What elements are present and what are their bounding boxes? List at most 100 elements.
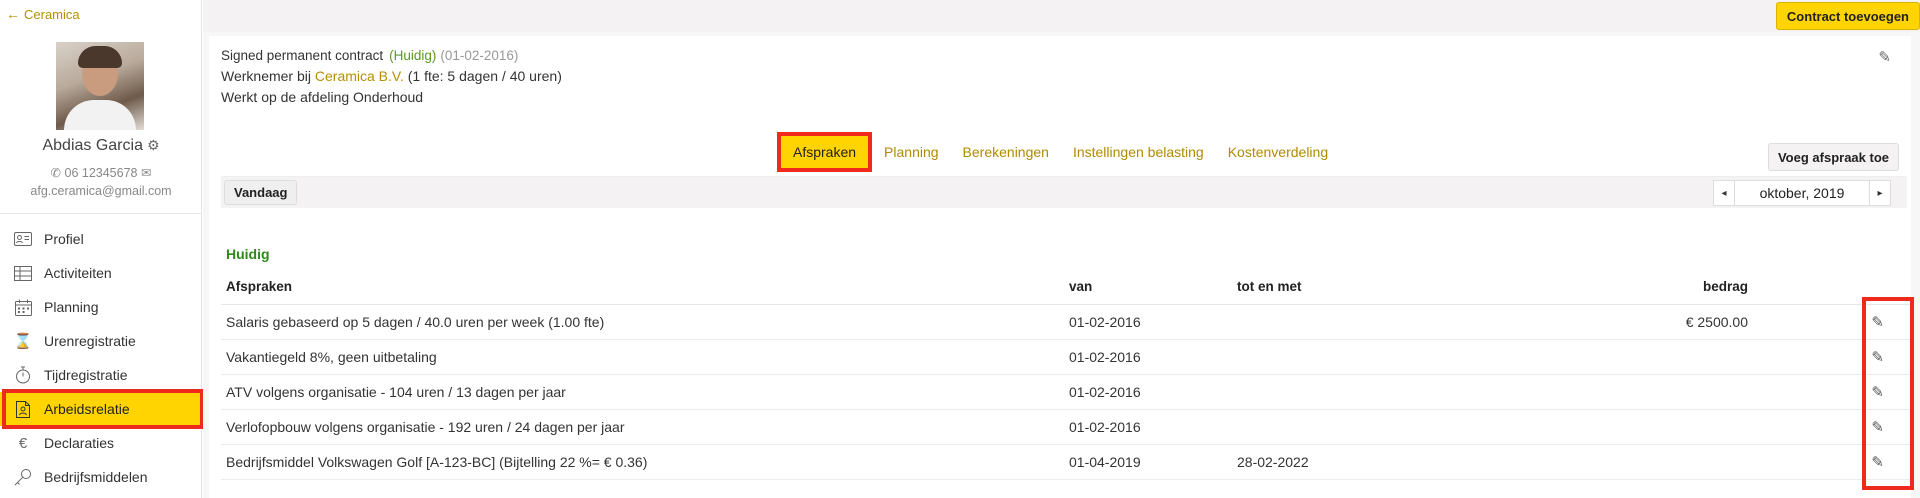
sidebar-item-label: Profiel: [44, 231, 84, 247]
table-row: Vakantiegeld 8%, geen uitbetaling 01-02-…: [221, 339, 1911, 375]
user-phone-text: 06 12345678: [64, 166, 138, 180]
contract-panel: Signed permanent contract (Huidig) (01-02-…: [209, 36, 1911, 498]
cell-from: 01-02-2016: [1064, 339, 1232, 375]
month-navigator: ◂ oktober, 2019 ▸: [1713, 180, 1891, 206]
cell-description: Bedrijfsmiddel Volkswagen Golf [A-123-BC…: [221, 444, 1064, 480]
agreements-table: Afspraken van tot en met bedrag Salaris …: [221, 270, 1911, 480]
cell-amount: [1532, 374, 1753, 410]
add-agreement-button[interactable]: Voeg afspraak toe: [1767, 143, 1899, 171]
sidebar-item-label: Planning: [44, 299, 99, 315]
prev-month-button[interactable]: ◂: [1713, 180, 1735, 206]
tab-afspraken[interactable]: Afspraken: [776, 132, 873, 172]
arrow-left-icon: ←: [6, 6, 20, 22]
department-text: Werkt op de afdeling Onderhoud: [221, 89, 424, 105]
sidebar-item-profiel[interactable]: Profiel: [0, 222, 202, 256]
cell-edit: ✎: [1753, 444, 1911, 480]
tab-planning[interactable]: Planning: [872, 136, 951, 168]
cell-description: Vakantiegeld 8%, geen uitbetaling: [221, 339, 1064, 375]
user-email: afg.ceramica@gmail.com: [30, 184, 172, 198]
cell-description: Verlofopbouw volgens organisatie - 192 u…: [221, 409, 1064, 445]
stopwatch-icon: [12, 365, 34, 385]
sidebar-item-label: Urenregistratie: [44, 333, 136, 349]
next-month-button[interactable]: ▸: [1869, 180, 1891, 206]
sidebar-item-label: Activiteiten: [44, 265, 112, 281]
cell-edit: ✎: [1753, 409, 1911, 445]
pencil-icon[interactable]: ✎: [1871, 349, 1884, 366]
cell-until: [1232, 374, 1532, 410]
sidebar-item-declaraties[interactable]: € Declaraties: [0, 426, 202, 460]
tab-instellingen-belasting[interactable]: Instellingen belasting: [1061, 136, 1216, 168]
pencil-icon[interactable]: ✎: [1871, 384, 1884, 401]
hourglass-icon: ⌛: [13, 333, 33, 350]
sidebar-item-activiteiten[interactable]: Activiteiten: [0, 256, 202, 290]
sidebar: ← Ceramica Abdias Garcia ⚙ ✆ 06 12345678 …: [0, 0, 204, 498]
main-content: Contract toevoegen Signed permanent cont…: [203, 0, 1920, 498]
cell-until: [1232, 409, 1532, 445]
mail-icon[interactable]: ✉: [141, 166, 151, 180]
tab-berekeningen[interactable]: Berekeningen: [951, 136, 1061, 168]
table-row: Salaris gebaseerd op 5 dagen / 40.0 uren…: [221, 304, 1911, 340]
cell-edit: ✎: [1753, 304, 1911, 340]
top-bar: Contract toevoegen: [203, 0, 1920, 32]
calendar-icon: [12, 297, 34, 317]
column-header-until: tot en met: [1232, 270, 1532, 305]
back-link-label: Ceramica: [24, 6, 80, 22]
fte-text: (1 fte: 5 dagen / 40 uren): [407, 68, 562, 84]
company-link[interactable]: Ceramica B.V.: [315, 68, 404, 84]
sidebar-divider: [0, 213, 202, 214]
pencil-icon[interactable]: ✎: [1871, 454, 1884, 471]
pencil-icon[interactable]: ✎: [1871, 419, 1884, 436]
sidebar-item-label: Arbeidsrelatie: [44, 401, 130, 417]
cell-from: 01-02-2016: [1064, 304, 1232, 340]
sidebar-nav: Profiel Activiteiten Planning ⌛ Urenregi…: [0, 222, 204, 494]
back-link[interactable]: ← Ceramica: [6, 6, 80, 22]
contract-employer-line: Werknemer bij Ceramica B.V. (1 fte: 5 da…: [221, 68, 562, 84]
tab-bar: Afspraken Planning Berekeningen Instelli…: [776, 132, 1340, 172]
add-contract-button[interactable]: Contract toevoegen: [1775, 2, 1920, 30]
table-header-row: Afspraken van tot en met bedrag: [221, 270, 1911, 305]
contract-date: (01-02-2016): [440, 48, 519, 63]
sidebar-item-planning[interactable]: Planning: [0, 290, 202, 324]
cell-amount: € 2500.00: [1532, 304, 1753, 340]
cell-from: 01-04-2019: [1064, 444, 1232, 480]
sidebar-item-label: Declaraties: [44, 435, 115, 451]
cell-edit: ✎: [1753, 374, 1911, 410]
user-name-text: Abdias Garcia: [42, 137, 143, 154]
pencil-icon[interactable]: ✎: [1871, 314, 1884, 331]
sidebar-item-tijdregistratie[interactable]: Tijdregistratie: [0, 358, 202, 392]
avatar: [56, 42, 144, 130]
cell-amount: [1532, 444, 1753, 480]
month-label[interactable]: oktober, 2019: [1735, 180, 1869, 206]
sidebar-item-bedrijfsmiddelen[interactable]: Bedrijfsmiddelen: [0, 460, 202, 494]
sidebar-item-arbeidsrelatie[interactable]: Arbeidsrelatie: [0, 389, 204, 429]
user-name: Abdias Garcia ⚙: [0, 137, 202, 155]
column-header-edit: [1753, 270, 1911, 305]
tab-kostenverdeling[interactable]: Kostenverdeling: [1216, 136, 1340, 168]
gear-icon[interactable]: ⚙: [147, 137, 160, 153]
section-title: Huidig: [226, 246, 270, 262]
today-button[interactable]: Vandaag: [224, 180, 298, 205]
cell-from: 01-02-2016: [1064, 409, 1232, 445]
column-header-description: Afspraken: [221, 270, 1064, 305]
sidebar-item-label: Bedrijfsmiddelen: [44, 469, 148, 485]
cell-until: 28-02-2022: [1232, 444, 1532, 480]
id-card-icon: [12, 229, 34, 249]
table-row: Verlofopbouw volgens organisatie - 192 u…: [221, 409, 1911, 445]
cell-from: 01-02-2016: [1064, 374, 1232, 410]
sidebar-item-urenregistratie[interactable]: ⌛ Urenregistratie: [0, 324, 202, 358]
euro-icon: €: [18, 434, 28, 452]
column-header-from: van: [1064, 270, 1232, 305]
cell-description: Salaris gebaseerd op 5 dagen / 40.0 uren…: [221, 304, 1064, 340]
contract-title-line: Signed permanent contract (Huidig) (01-02-…: [221, 48, 518, 63]
contract-title: Signed permanent contract: [221, 48, 384, 63]
contract-status: (Huidig): [389, 48, 437, 63]
sidebar-item-label: Tijdregistratie: [44, 367, 128, 383]
cell-amount: [1532, 409, 1753, 445]
contract-file-icon: [12, 399, 34, 419]
pencil-icon[interactable]: ✎: [1878, 48, 1891, 66]
phone-icon: ✆: [50, 166, 62, 180]
table-row: ATV volgens organisatie - 104 uren / 13 …: [221, 374, 1911, 410]
key-icon: [12, 467, 34, 487]
user-phone: ✆ 06 12345678 ✉: [0, 165, 202, 180]
date-toolbar: Vandaag ◂ oktober, 2019 ▸: [221, 176, 1907, 208]
